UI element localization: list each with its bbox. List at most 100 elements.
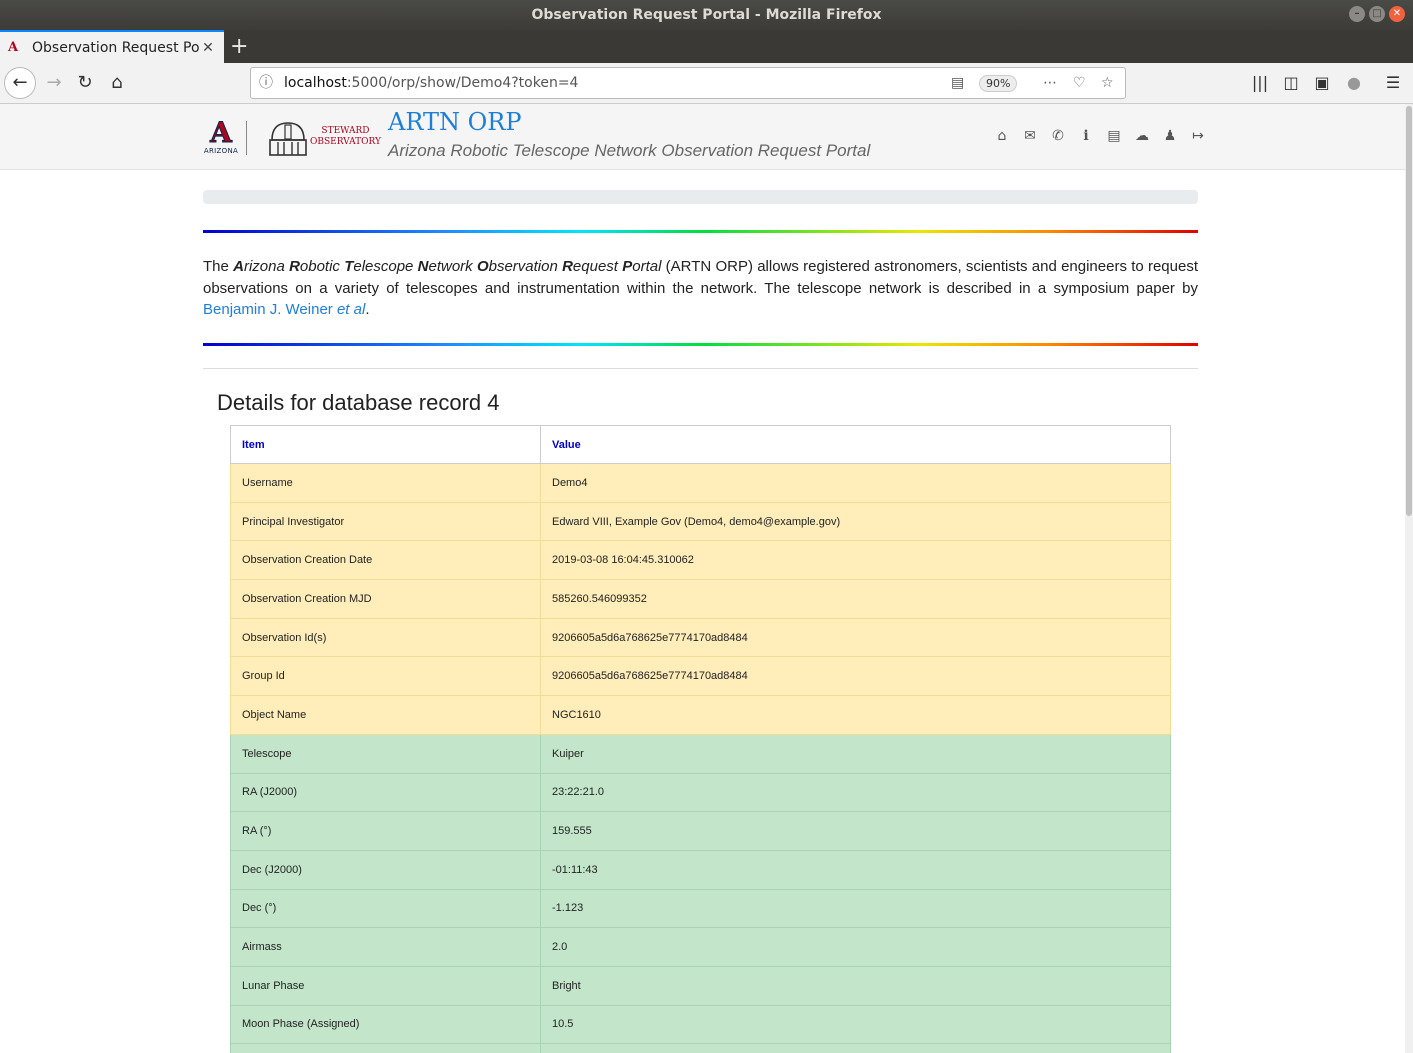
url-bar[interactable]: ⓘ localhost:5000/orp/show/Demo4?token=4 … <box>250 67 1126 99</box>
row-value-cell: 2.0 <box>540 927 1171 967</box>
row-value-cell: 10.5 <box>540 1004 1171 1045</box>
university-of-arizona-logo[interactable]: A ARIZONA <box>203 116 239 159</box>
zoom-level-badge[interactable]: 90% <box>979 75 1018 92</box>
row-value-cell: 23:22:21.0 <box>540 772 1171 813</box>
menu-icon[interactable]: ☰ <box>1381 69 1405 97</box>
progress-bar <box>203 190 1198 204</box>
site-header: A ARIZONA STEWARD OBSERVATORY ARTN ORP A… <box>0 104 1405 170</box>
details-table: Item Value Username Demo4 Principal Invest… <box>230 425 1171 1053</box>
row-value-cell: NGC1610 <box>540 695 1171 735</box>
sign-out-icon[interactable]: ↦ <box>1184 126 1212 146</box>
weiner-paper-link[interactable]: Benjamin J. Weiner et al <box>203 301 365 318</box>
book-icon[interactable]: ▤ <box>1100 126 1128 146</box>
user-icon[interactable]: ♟ <box>1156 126 1184 146</box>
row-item-cell: Moon Phase (Assigned) <box>230 1004 541 1045</box>
info-icon[interactable]: i <box>1072 126 1100 146</box>
close-tab-icon[interactable]: ✕ <box>200 40 216 56</box>
table-row: Telescope Kuiper <box>230 733 1171 774</box>
table-row <box>230 1043 1171 1053</box>
row-item-cell <box>230 1043 541 1053</box>
phone-icon[interactable]: ✆ <box>1044 126 1072 146</box>
home-icon[interactable]: ⌂ <box>988 126 1016 146</box>
new-tab-button[interactable]: + <box>230 34 248 59</box>
row-item-cell: Username <box>230 463 541 503</box>
site-info-icon[interactable]: ⓘ <box>259 68 273 98</box>
table-row: RA (J2000) 23:22:21.0 <box>230 772 1171 813</box>
envelope-icon[interactable]: ✉ <box>1016 126 1044 146</box>
table-row: Moon Phase (Assigned) 10.5 <box>230 1004 1171 1045</box>
row-value-cell: Demo4 <box>540 463 1171 503</box>
minimize-icon[interactable]: – <box>1349 6 1365 22</box>
row-item-cell: RA (°) <box>230 811 541 851</box>
table-row: Lunar Phase Bright <box>230 965 1171 1006</box>
row-item-cell: Observation Creation Date <box>230 540 541 581</box>
row-item-cell: Object Name <box>230 695 541 735</box>
pocket-icon[interactable]: ♡ <box>1073 68 1086 98</box>
sidebar-icon[interactable]: ◫ <box>1279 69 1303 97</box>
close-window-icon[interactable]: ✕ <box>1389 6 1405 22</box>
row-item-cell: Dec (°) <box>230 888 541 929</box>
table-row: Principal Investigator Edward VIII, Examp… <box>230 501 1171 542</box>
table-header-row: Item Value <box>230 425 1171 464</box>
bookmark-star-icon[interactable]: ☆ <box>1101 68 1114 98</box>
table-row: RA (°) 159.555 <box>230 811 1171 851</box>
details-table-body: Username Demo4 Principal Investigator Edwar… <box>230 463 1171 1053</box>
steward-observatory-wordmark: STEWARD OBSERVATORY <box>310 126 381 147</box>
home-button[interactable]: ⌂ <box>103 69 131 97</box>
row-value-cell: 2019-03-08 16:04:45.310062 <box>540 540 1171 581</box>
row-item-cell: Observation Creation MJD <box>230 579 541 619</box>
table-row: Dec (°) -1.123 <box>230 888 1171 929</box>
page-content: A ARIZONA STEWARD OBSERVATORY ARTN ORP A… <box>0 104 1405 1053</box>
library-icon[interactable]: ||| <box>1248 69 1272 97</box>
header-icon-nav: ⌂ ✉ ✆ i ▤ ☁ ♟ ↦ <box>988 126 1212 146</box>
page-actions-icon[interactable]: ⋯ <box>1043 68 1057 98</box>
row-value-cell: 9206605a5d6a768625e7774170ad8484 <box>540 656 1171 697</box>
row-value-cell: Bright <box>540 965 1171 1006</box>
row-value-cell: 9206605a5d6a768625e7774170ad8484 <box>540 617 1171 658</box>
row-item-cell: Airmass <box>230 927 541 967</box>
table-row: Airmass 2.0 <box>230 927 1171 967</box>
tab-title: Observation Request Po <box>32 39 200 56</box>
table-row: Observation Creation Date 2019-03-08 16:0… <box>230 540 1171 581</box>
row-item-cell: Lunar Phase <box>230 965 541 1006</box>
extension-icon[interactable]: ▣ <box>1310 69 1334 97</box>
window-title-bar: Observation Request Portal - Mozilla Fir… <box>0 0 1413 30</box>
row-item-cell: Dec (J2000) <box>230 849 541 890</box>
url-text[interactable]: localhost:5000/orp/show/Demo4?token=4 <box>284 68 578 98</box>
details-heading: Details for database record 4 <box>217 390 500 415</box>
page-scrollbar[interactable] <box>1405 104 1413 1053</box>
account-icon[interactable]: ● <box>1342 69 1366 97</box>
back-button[interactable]: ← <box>4 67 36 99</box>
table-row: Username Demo4 <box>230 463 1171 503</box>
column-header-item[interactable]: Item <box>230 425 541 464</box>
reader-view-icon[interactable]: ▤ <box>951 68 964 98</box>
row-item-cell: Principal Investigator <box>230 501 541 542</box>
maximize-icon[interactable]: □ <box>1369 6 1385 22</box>
navigation-toolbar: ← → ↻ ⌂ ⓘ localhost:5000/orp/show/Demo4?… <box>0 63 1413 104</box>
table-row: Object Name NGC1610 <box>230 695 1171 735</box>
reload-button[interactable]: ↻ <box>71 69 99 97</box>
row-item-cell: RA (J2000) <box>230 772 541 813</box>
row-value-cell: -1.123 <box>540 888 1171 929</box>
site-brand-link[interactable]: ARTN ORP <box>388 108 522 136</box>
tab-observation-request-portal[interactable]: A Observation Request Po ✕ <box>0 30 224 63</box>
scrollbar-thumb[interactable] <box>1406 106 1412 516</box>
forward-button[interactable]: → <box>40 69 68 97</box>
row-value-cell: Kuiper <box>540 733 1171 774</box>
row-value-cell <box>540 1043 1171 1053</box>
window-controls: – □ ✕ <box>1349 6 1405 22</box>
site-subtitle: Arizona Robotic Telescope Network Observ… <box>388 141 871 160</box>
observatory-dome-icon <box>269 122 307 156</box>
column-header-value[interactable]: Value <box>540 425 1171 464</box>
comments-icon[interactable]: ☁ <box>1128 126 1156 146</box>
intro-paragraph: The Arizona Robotic Telescope Network Ob… <box>203 258 1198 318</box>
arizona-wordmark: ARIZONA <box>203 147 239 155</box>
table-row: Dec (J2000) -01:11:43 <box>230 849 1171 890</box>
steward-observatory-logo[interactable]: STEWARD OBSERVATORY <box>266 118 381 158</box>
row-item-cell: Telescope <box>230 733 541 774</box>
rainbow-divider-bottom <box>203 343 1198 346</box>
rainbow-divider-top <box>203 230 1198 233</box>
arizona-a-icon: A <box>210 116 233 149</box>
logo-divider <box>246 121 247 155</box>
row-value-cell: 585260.546099352 <box>540 579 1171 619</box>
